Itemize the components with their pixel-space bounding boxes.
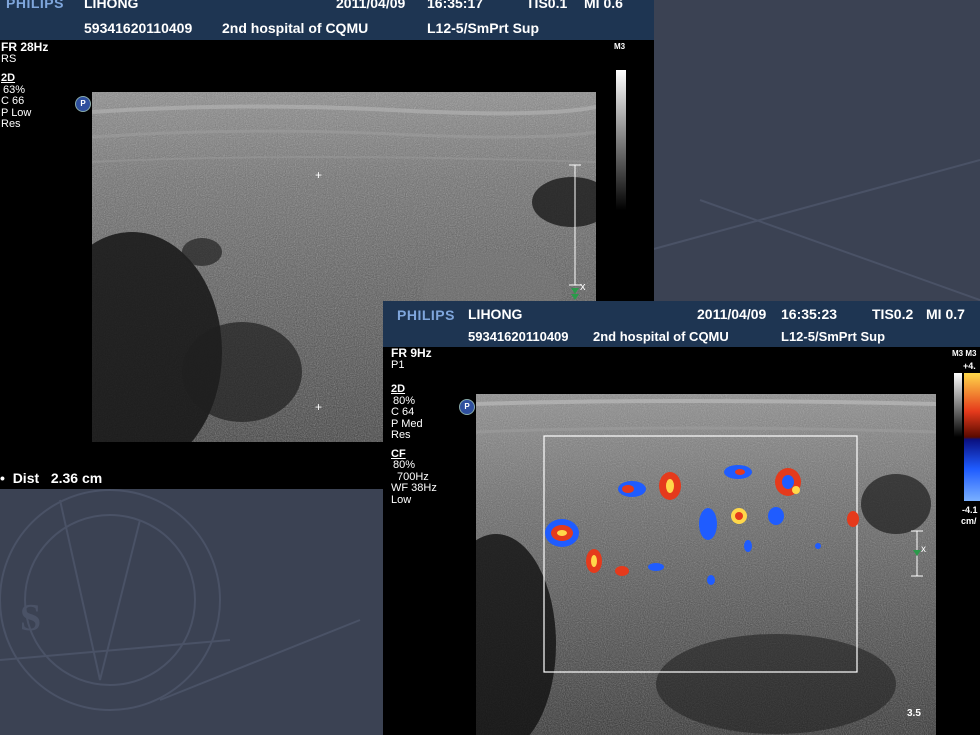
scan-date: 2011/04/09 [336,0,406,11]
scan-date: 2011/04/09 [697,306,767,322]
frame-rate: FR 28Hz [1,40,49,54]
caliper-end[interactable]: + [315,401,322,413]
probe-orientation-icon: P [459,399,475,415]
dist-value: 2.36 cm [50,470,103,486]
velocity-scale-bottom: -4.1 [962,505,978,515]
hospital-name: 2nd hospital of CQMU [222,20,369,36]
cf-gain: 80% [393,459,416,471]
cf-wall-filter: WF 38Hz [391,482,437,494]
grayscale-bar [616,70,626,210]
tis-value: TIS0.1 [526,0,568,11]
scan-time: 16:35:17 [427,0,484,11]
philips-logo: PHILIPS [397,307,455,323]
probe-name: L12-5/SmPrt Sup [427,20,540,36]
patient-name: LIHONG [84,0,139,11]
cf-sensitivity: Low [391,493,412,506]
svg-text:S: S [20,597,41,639]
frame-rate: FR 9Hz [391,346,432,360]
param-compression: C 64 [391,406,415,418]
mode-line: P1 [391,358,405,371]
map-label: M3 [614,42,626,51]
param-compression: C 66 [1,95,25,107]
svg-text:x: x [921,544,926,555]
params-title: 2D [1,72,16,84]
caliper-start[interactable]: + [315,169,322,181]
mi-value: MI 0.6 [584,0,623,11]
patient-id: 59341620110409 [468,329,569,344]
acquisition-info: FR 28Hz RS 2D 63% C 66 P Low Res [1,40,49,131]
distance-measurement: • Dist 2.36 cm [0,470,103,486]
acquisition-info: FR 9Hz P1 2D 80% C 64 P Med Res CF 80% 7… [391,346,437,506]
sample-volume-marker: x [911,530,926,577]
mi-value: MI 0.7 [926,306,965,322]
svg-text:x: x [580,281,586,293]
param-resolution: Res [391,429,411,441]
params-title: 2D [391,383,406,395]
probe-orientation-icon: P [75,96,91,112]
patient-id: 59341620110409 [84,20,193,36]
doppler-image [476,394,936,735]
tis-value: TIS0.2 [872,306,914,322]
color-velocity-bar [964,373,980,501]
philips-logo: PHILIPS [6,0,64,11]
mode-line: RS [1,52,17,65]
probe-name: L12-5/SmPrt Sup [781,329,886,344]
velocity-scale-top: +4. [963,361,976,371]
scan-header: PHILIPS LIHONG 2011/04/09 16:35:23 TIS0.… [383,301,980,347]
map-label: M3 M3 [952,349,977,358]
doppler-texture [476,394,936,735]
hospital-name: 2nd hospital of CQMU [593,329,729,344]
patient-name: LIHONG [468,306,523,322]
depth-ruler: x [569,164,586,300]
ultrasound-panel-2: PHILIPS LIHONG 2011/04/09 16:35:23 TIS0.… [383,301,980,735]
scan-header: PHILIPS LIHONG 2011/04/09 16:35:17 TIS0.… [0,0,654,40]
velocity-scale-unit: cm/ [961,516,977,526]
param-resolution: Res [1,118,21,130]
dist-label: Dist [12,470,40,486]
scan-time: 16:35:23 [781,306,838,322]
grayscale-bar [954,373,962,437]
depth-label: 3.5 [907,708,921,719]
